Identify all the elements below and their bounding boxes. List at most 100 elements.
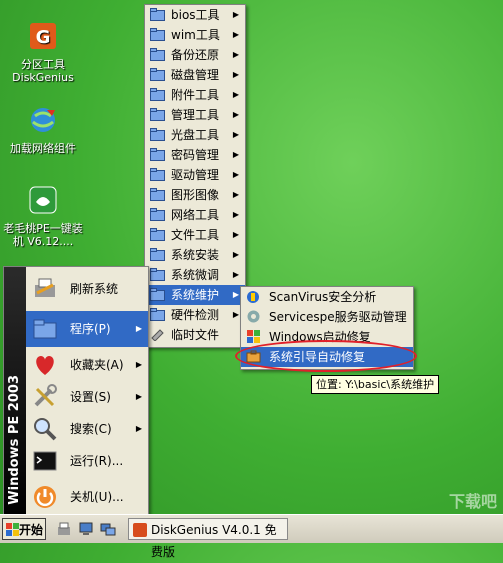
quicklaunch-network-icon[interactable] (100, 521, 116, 537)
start-button[interactable]: 开始 (2, 518, 46, 540)
temp-file-icon (151, 329, 164, 341)
chevron-right-icon: ▶ (232, 90, 239, 99)
folder-icon (150, 268, 165, 281)
desktop-icon-label: 加载网络组件 (10, 142, 76, 155)
start-item-label: 关机(U)... (70, 490, 124, 504)
menu-item-label: 备份还原 (171, 48, 220, 62)
start-item-shutdown[interactable]: 关机(U)... (26, 479, 148, 515)
start-menu-banner: Windows PE 2003 (4, 267, 26, 515)
shutdown-icon (34, 486, 56, 508)
menu-item-label: 系统维护 (171, 288, 220, 302)
menu-item-scanvirus[interactable]: ScanVirus安全分析 (241, 287, 413, 307)
quicklaunch-tool-icon[interactable] (56, 521, 72, 537)
folder-icon (150, 88, 165, 101)
folder-icon (150, 28, 165, 41)
chevron-right-icon: ▶ (232, 290, 239, 299)
programs-folder-icon (33, 319, 57, 339)
menu-item-label: 系统微调 (171, 268, 220, 282)
chevron-right-icon: ▶ (232, 210, 239, 219)
chevron-right-icon: ▶ (232, 270, 239, 279)
menu-item-tool[interactable]: 系统微调 ▶ (145, 265, 245, 285)
menu-item-tool[interactable]: 备份还原 ▶ (145, 45, 245, 65)
heart-icon (36, 356, 54, 375)
desktop-icon-diskgenius[interactable]: G 分区工具 DiskGenius (0, 20, 86, 84)
chevron-right-icon: ▶ (232, 150, 239, 159)
folder-icon (150, 188, 165, 201)
menu-item-tool[interactable]: 密码管理 ▶ (145, 145, 245, 165)
desktop-icon-label: 分区工具 DiskGenius (12, 58, 74, 84)
desktop-icon-laomaotao[interactable]: 老毛桃PE一键装机 V6.12.... (0, 184, 86, 248)
menu-item-tool[interactable]: 驱动管理 ▶ (145, 165, 245, 185)
start-item-label: 搜索(C) (70, 422, 112, 436)
start-button-label: 开始 (18, 523, 43, 537)
run-console-icon (33, 451, 57, 471)
windows-logo-icon (6, 523, 19, 536)
menu-item-tool[interactable]: 光盘工具 ▶ (145, 125, 245, 145)
chevron-right-icon: ▶ (232, 50, 239, 59)
watermark: 下载吧 (448, 492, 497, 511)
quicklaunch-computer-icon[interactable] (78, 521, 94, 537)
chevron-right-icon: ▶ (232, 250, 239, 259)
chevron-right-icon: ▶ (135, 360, 142, 369)
start-item-label: 刷新系统 (70, 282, 119, 296)
menu-item-label: Servicespe服务驱动管理 (269, 310, 407, 324)
menu-item-label: bios工具 (171, 8, 220, 22)
menu-item-tool[interactable]: wim工具 ▶ (145, 25, 245, 45)
location-tooltip: 位置: Y:\basic\系统维护 (311, 375, 440, 394)
menu-item-tool[interactable]: 网络工具 ▶ (145, 205, 245, 225)
diskgenius-icon: G (30, 23, 56, 49)
folder-icon (150, 128, 165, 141)
start-item-favorites[interactable]: 收藏夹(A) ▶ (26, 347, 148, 383)
chevron-right-icon: ▶ (232, 110, 239, 119)
start-item-label: 程序(P) (70, 322, 111, 336)
folder-icon (150, 228, 165, 241)
folder-icon (150, 288, 165, 301)
menu-item-servicespe[interactable]: Servicespe服务驱动管理 (241, 307, 413, 327)
menu-item-tool[interactable]: 系统安装 ▶ (145, 245, 245, 265)
taskbar-button-label: DiskGenius V4.0.1 免费版 (151, 523, 277, 559)
taskbar-button-diskgenius[interactable]: DiskGenius V4.0.1 免费版 (128, 518, 288, 559)
folder-icon (150, 168, 165, 181)
svg-text:G: G (36, 27, 51, 48)
menu-item-label: 临时文件 (171, 328, 220, 342)
taskbar: 开始 DiskGenius V4.0.1 免费版 (0, 514, 503, 559)
menu-item-tool[interactable]: 系统维护 ▶ (145, 285, 245, 305)
refresh-printer-icon (35, 278, 55, 297)
menu-item-label: 光盘工具 (171, 128, 220, 142)
menu-item-tool[interactable]: bios工具 ▶ (145, 5, 245, 25)
menu-item-label: 硬件检测 (171, 308, 220, 322)
chevron-right-icon: ▶ (135, 324, 142, 333)
chevron-right-icon: ▶ (232, 310, 239, 319)
menu-item-label: 系统安装 (171, 248, 220, 262)
menu-item-tool[interactable]: 文件工具 ▶ (145, 225, 245, 245)
start-item-label: 设置(S) (70, 390, 111, 404)
start-item-run[interactable]: 运行(R)... (26, 443, 148, 479)
start-item-label: 运行(R)... (70, 454, 124, 468)
start-item-programs[interactable]: 程序(P) ▶ (26, 311, 148, 347)
menu-item-label: 管理工具 (171, 108, 220, 122)
start-item-settings[interactable]: 设置(S) ▶ (26, 379, 148, 415)
highlight-ring (235, 340, 417, 372)
menu-item-tool[interactable]: 磁盘管理 ▶ (145, 65, 245, 85)
chevron-right-icon: ▶ (135, 424, 142, 433)
menu-item-label: 密码管理 (171, 148, 220, 162)
folder-icon (150, 148, 165, 161)
chevron-right-icon: ▶ (232, 70, 239, 79)
menu-item-tool[interactable]: 管理工具 ▶ (145, 105, 245, 125)
banner-text: Windows PE 2003 (7, 375, 22, 505)
search-icon (34, 418, 57, 441)
menu-item-tool[interactable]: 硬件检测 ▶ (145, 305, 245, 325)
menu-item-tool[interactable]: 临时文件 (145, 325, 245, 345)
chevron-right-icon: ▶ (232, 190, 239, 199)
start-item-refresh[interactable]: 刷新系统 (26, 271, 148, 307)
start-menu: Windows PE 2003 刷新系统 程序(P) ▶ 收藏夹(A) ▶ 设置… (3, 266, 149, 516)
gear-icon (247, 310, 260, 323)
chevron-right-icon: ▶ (232, 30, 239, 39)
start-item-search[interactable]: 搜索(C) ▶ (26, 411, 148, 447)
folder-icon (150, 308, 165, 321)
tools-menu: bios工具 ▶ wim工具 ▶ 备份还原 ▶ 磁盘管理 ▶ 附件工具 ▶ 管理工具 ▶ 光盘工具 ▶ 密码… (144, 4, 246, 348)
menu-item-label: 驱动管理 (171, 168, 220, 182)
menu-item-tool[interactable]: 附件工具 ▶ (145, 85, 245, 105)
menu-item-tool[interactable]: 图形图像 ▶ (145, 185, 245, 205)
desktop-icon-network[interactable]: 加载网络组件 (0, 104, 86, 155)
